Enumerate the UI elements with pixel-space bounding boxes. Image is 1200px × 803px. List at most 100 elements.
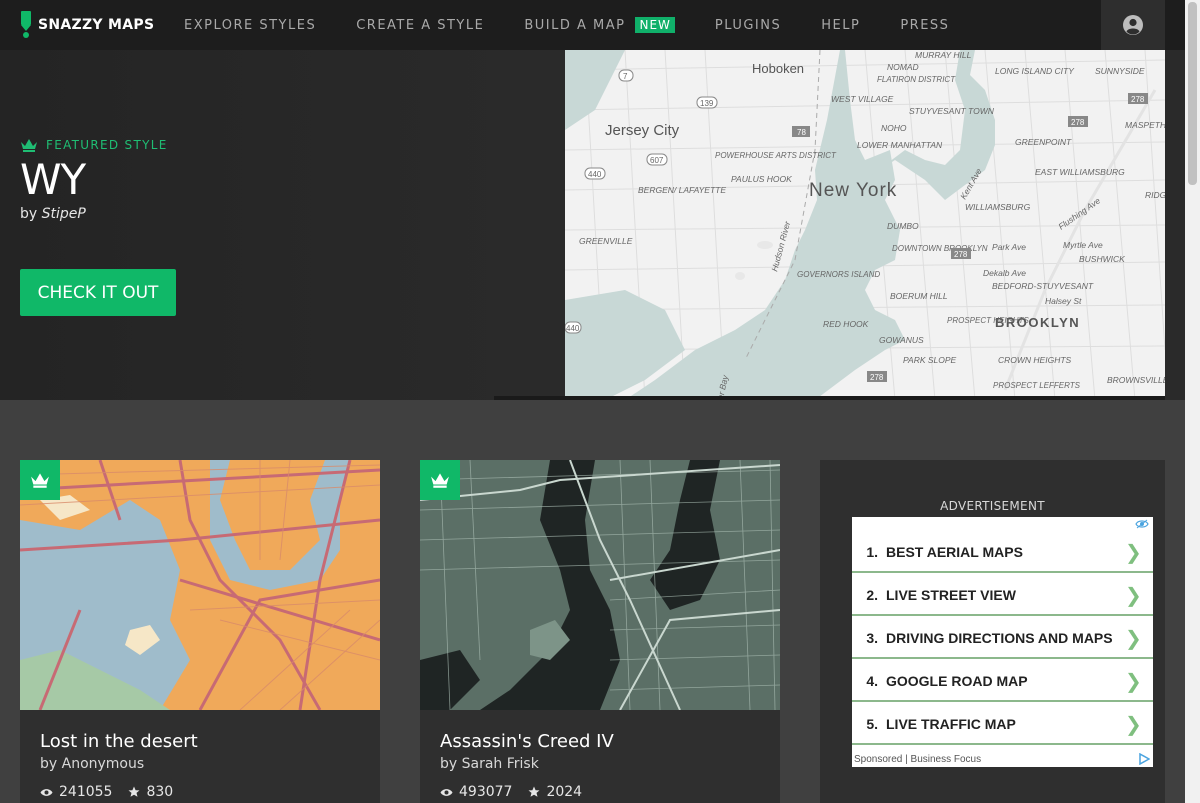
map-pin-icon [21,11,31,38]
ad-item-text: GOOGLE ROAD MAP [886,672,1028,689]
style-card-preview[interactable] [20,460,380,710]
nav-explore-styles[interactable]: EXPLORE STYLES [184,18,316,33]
route-shield-278b: 278 [1071,118,1085,127]
nav-links: EXPLORE STYLES CREATE A STYLE BUILD A MA… [184,0,989,50]
map-label-jersey-city: Jersey City [605,122,680,139]
map-label-brownsville: BROWNSVILLE [1107,375,1165,385]
ad-choices-icon[interactable] [1138,753,1150,765]
brand-logo[interactable]: SNAZZY MAPS [20,11,184,39]
nav-plugins[interactable]: PLUGINS [715,18,781,33]
ad-item-number: 4. [866,672,878,689]
top-navbar: SNAZZY MAPS EXPLORE STYLES CREATE A STYL… [0,0,1185,50]
nav-build-map[interactable]: BUILD A MAP NEW [524,17,675,33]
check-it-out-button[interactable]: CHECK IT OUT [20,269,176,316]
chevron-right-icon: ❯ [1125,668,1142,693]
style-card-author-line: by Sarah Frisk [440,756,760,772]
crown-icon [431,473,449,488]
style-card-body: Lost in the desert by Anonymous 241055 8… [20,710,380,800]
ad-link-item[interactable]: 5. LIVE TRAFFIC MAP ❯ [852,704,1153,745]
account-button[interactable] [1101,0,1165,50]
ad-link-item[interactable]: 3. DRIVING DIRECTIONS AND MAPS ❯ [852,618,1153,659]
route-shield-278c: 278 [954,250,968,259]
ad-link-item[interactable]: 4. GOOGLE ROAD MAP ❯ [852,661,1153,702]
style-card[interactable]: Lost in the desert by Anonymous 241055 8… [20,460,380,803]
map-label-myrtle-ave: Myrtle Ave [1063,240,1103,250]
ad-sponsor-text[interactable]: Sponsored | Business Focus [854,754,981,765]
ad-item-text: BEST AERIAL MAPS [886,543,1023,560]
route-shield-278d: 278 [870,373,884,382]
route-shield-139: 139 [700,99,714,108]
star-icon [528,786,540,797]
style-card-author[interactable]: Sarah Frisk [462,756,539,772]
style-card-preview[interactable] [420,460,780,710]
map-label-lower-manhattan: LOWER MANHATTAN [857,140,943,150]
map-label-gowanus: GOWANUS [879,335,924,345]
eye-icon [40,788,53,796]
featured-title[interactable]: WY [20,156,168,204]
featured-eyebrow: FEATURED STYLE [20,138,168,152]
stars-count: 830 [146,784,174,800]
featured-author[interactable]: StipeP [42,206,86,222]
map-label-paulus-hook: PAULUS HOOK [731,174,792,184]
ad-label: ADVERTISEMENT [940,499,1045,513]
ad-info-icon[interactable] [1135,519,1149,529]
featured-badge [20,460,60,500]
style-card-by-prefix: by [440,756,458,772]
chevron-right-icon: ❯ [1125,625,1142,650]
eye-icon [440,788,453,796]
ad-link-item[interactable]: 1. BEST AERIAL MAPS ❯ [852,532,1153,573]
map-label-prospect-heights: PROSPECT HEIGHTS [947,316,1029,325]
style-card-author[interactable]: Anonymous [62,756,145,772]
crown-icon [31,473,49,488]
map-label-noho: NOHO [881,123,907,133]
ad-item-text: LIVE STREET VIEW [886,586,1016,603]
map-label-long-island-city: LONG ISLAND CITY [995,66,1075,76]
map-label-flatiron: FLATIRON DISTRICT [877,75,956,84]
style-card[interactable]: Assassin's Creed IV by Sarah Frisk 49307… [420,460,780,803]
featured-label: FEATURED STYLE [46,138,168,152]
user-circle-icon [1123,15,1143,35]
map-label-dumbo: DUMBO [887,221,919,231]
brand-name: SNAZZY MAPS [38,17,155,33]
style-card-body: Assassin's Creed IV by Sarah Frisk 49307… [420,710,780,800]
page-scrollbar[interactable] [1185,0,1200,803]
map-label-new-york: New York [809,180,897,201]
style-card-title[interactable]: Lost in the desert [40,730,360,754]
map-label-maspeth: MASPETH [1125,120,1165,130]
new-badge: NEW [635,17,675,33]
map-preview-image: Hoboken Jersey City New York BROOKLYN MU… [565,50,1165,400]
map-label-west-village: WEST VILLAGE [831,94,894,104]
ad-link-item[interactable]: 2. LIVE STREET VIEW ❯ [852,575,1153,616]
ad-item-number: 3. [866,629,878,646]
featured-map-preview[interactable]: Hoboken Jersey City New York BROOKLYN MU… [565,50,1165,400]
map-label-powerhouse: POWERHOUSE ARTS DISTRICT [715,151,837,160]
style-card-title[interactable]: Assassin's Creed IV [440,730,760,754]
ad-item-number: 2. [866,586,878,603]
route-shield-440a: 440 [588,170,602,179]
featured-badge [420,460,460,500]
views-count: 493077 [459,784,513,800]
map-label-bergen: BERGEN/ LAFAYETTE [638,185,726,195]
chevron-right-icon: ❯ [1125,711,1142,736]
ad-box: 1. BEST AERIAL MAPS ❯ 2. LIVE STREET VIE… [852,517,1153,767]
route-shield-7: 7 [623,72,628,81]
stars-count: 2024 [546,784,583,800]
chevron-right-icon: ❯ [1125,582,1142,607]
nav-create-style[interactable]: CREATE A STYLE [356,18,484,33]
scrollbar-thumb[interactable] [1188,2,1197,185]
map-label-park-slope: PARK SLOPE [903,355,957,365]
stars-stat: 2024 [528,784,582,800]
map-label-williamsburg: WILLIAMSBURG [965,202,1031,212]
nav-help[interactable]: HELP [821,18,860,33]
views-stat: 493077 [440,784,512,800]
route-shield-278a: 278 [1131,95,1145,104]
ad-panel: ADVERTISEMENT 1. BEST AERIAL MAPS ❯ 2. L… [820,460,1165,803]
ad-item-text: LIVE TRAFFIC MAP [886,715,1016,732]
nav-press[interactable]: PRESS [900,18,949,33]
map-label-ridge: RIDG [1145,190,1165,200]
crown-icon [21,139,37,152]
map-label-governors-island: GOVERNORS ISLAND [797,270,880,279]
featured-hero: FEATURED STYLE WY by StipeP CHECK IT OUT [0,50,1185,400]
views-stat: 241055 [40,784,112,800]
stars-stat: 830 [128,784,173,800]
